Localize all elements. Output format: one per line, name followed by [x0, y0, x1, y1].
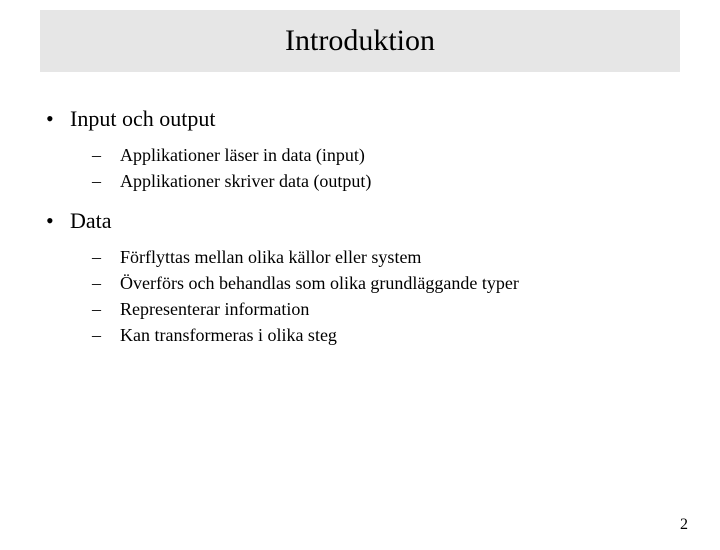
dash-icon: –	[92, 244, 120, 270]
sub-label: Applikationer skriver data (output)	[120, 168, 371, 194]
sub-list: – Applikationer läser in data (input) – …	[92, 142, 680, 194]
slide-title: Introduktion	[40, 24, 680, 58]
list-item: – Kan transformeras i olika steg	[92, 322, 680, 348]
dash-icon: –	[92, 168, 120, 194]
list-item: – Applikationer skriver data (output)	[92, 168, 680, 194]
bullet-label: Input och output	[70, 106, 215, 132]
dash-icon: –	[92, 270, 120, 296]
dash-icon: –	[92, 296, 120, 322]
bullet-icon: •	[40, 106, 70, 132]
sub-label: Förflyttas mellan olika källor eller sys…	[120, 244, 421, 270]
page-number: 2	[680, 516, 688, 534]
sub-label: Överförs och behandlas som olika grundlä…	[120, 270, 519, 296]
sub-label: Applikationer läser in data (input)	[120, 142, 365, 168]
list-item: – Överförs och behandlas som olika grund…	[92, 270, 680, 296]
sub-label: Kan transformeras i olika steg	[120, 322, 337, 348]
list-item: – Förflyttas mellan olika källor eller s…	[92, 244, 680, 270]
dash-icon: –	[92, 142, 120, 168]
bullet-list: • Input och output – Applikationer läser…	[40, 106, 680, 349]
list-item: – Representerar information	[92, 296, 680, 322]
slide-content: • Input och output – Applikationer läser…	[0, 72, 720, 349]
title-bar: Introduktion	[40, 10, 680, 72]
dash-icon: –	[92, 322, 120, 348]
sub-label: Representerar information	[120, 296, 309, 322]
bullet-icon: •	[40, 208, 70, 234]
list-item: – Applikationer läser in data (input)	[92, 142, 680, 168]
sub-list: – Förflyttas mellan olika källor eller s…	[92, 244, 680, 348]
list-item: • Data – Förflyttas mellan olika källor …	[40, 208, 680, 348]
list-item: • Input och output – Applikationer läser…	[40, 106, 680, 194]
bullet-label: Data	[70, 208, 112, 234]
